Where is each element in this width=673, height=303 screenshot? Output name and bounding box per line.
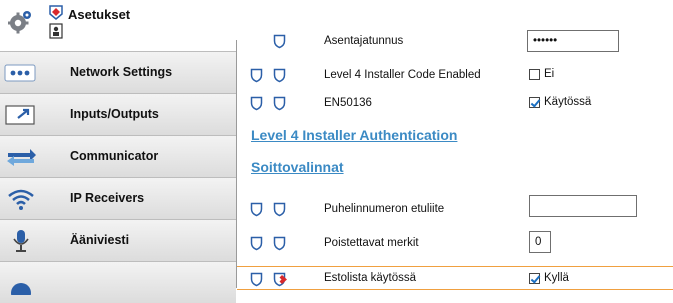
- sidebar-item-label: Ääniviesti: [70, 233, 130, 247]
- user-profile-icon: [49, 5, 63, 39]
- poistettavat-label: Poistettavat merkit: [324, 237, 419, 249]
- shield-icon: [273, 34, 286, 49]
- sidebar-item-communicator[interactable]: Communicator: [0, 135, 236, 177]
- level4-code-checkbox[interactable]: [529, 69, 540, 80]
- shield-icon: [250, 68, 263, 83]
- soittovalinnat-section-link[interactable]: Soittovalinnat: [251, 159, 344, 175]
- sidebar-item-ip-receivers[interactable]: IP Receivers: [0, 177, 236, 219]
- shield-icon: [273, 236, 286, 251]
- partial-item-icon: [11, 283, 31, 295]
- sidebar-item-partial[interactable]: [0, 261, 236, 303]
- asentajatunnus-label: Asentajatunnus: [324, 35, 404, 47]
- asentajatunnus-password-field[interactable]: ••••••: [527, 30, 619, 52]
- estolista-checkbox[interactable]: [529, 273, 540, 284]
- shield-icon: [273, 202, 286, 217]
- shield-icon: [273, 96, 286, 111]
- estolista-label: Estolista käytössä: [324, 272, 417, 284]
- sidebar-item-network-settings[interactable]: Network Settings: [0, 51, 236, 93]
- sidebar-item-inputs-outputs[interactable]: Inputs/Outputs: [0, 93, 236, 135]
- sidebar-title: Asetukset: [68, 7, 131, 22]
- sidebar-item-label: Communicator: [70, 149, 159, 163]
- sidebar-item-label: Network Settings: [70, 65, 173, 79]
- puhelin-etuliite-input[interactable]: [529, 195, 637, 217]
- sidebar-item-aaniviesti[interactable]: Ääniviesti: [0, 219, 236, 261]
- level4-authentication-section-link[interactable]: Level 4 Installer Authentication: [251, 127, 457, 143]
- shield-icon: [250, 272, 263, 287]
- network-dots-icon: [4, 64, 36, 82]
- communicator-arrows-icon: [7, 149, 36, 166]
- poistettavat-input[interactable]: 0: [529, 231, 551, 253]
- row-asentajatunnus: Asentajatunnus ••••••: [237, 24, 673, 60]
- row-estolista: Estolista käytössä Kyllä: [237, 266, 673, 290]
- en50136-label: EN50136: [324, 97, 372, 109]
- shield-icon: [250, 236, 263, 251]
- puhelin-etuliite-label: Puhelinnumeron etuliite: [324, 203, 445, 215]
- level4-code-checkbox-label: Ei: [544, 68, 555, 80]
- sidebar-header: Asetukset: [0, 0, 236, 44]
- row-poistettavat-merkit: Poistettavat merkit 0: [237, 226, 673, 262]
- shield-icon: [250, 202, 263, 217]
- sidebar-item-label: Inputs/Outputs: [70, 107, 159, 121]
- shield-alert-icon: [273, 272, 287, 287]
- row-en50136: EN50136 Käytössä: [237, 86, 673, 122]
- en50136-checkbox-label: Käytössä: [544, 96, 592, 108]
- io-arrow-icon: [5, 105, 35, 125]
- estolista-checkbox-label: Kyllä: [544, 272, 569, 284]
- wifi-icon: [8, 189, 34, 210]
- shield-icon: [250, 96, 263, 111]
- shield-icon: [273, 68, 286, 83]
- level4-code-label: Level 4 Installer Code Enabled: [324, 69, 481, 81]
- sidebar-item-label: IP Receivers: [70, 191, 145, 205]
- row-puhelinnumeron-etuliite: Puhelinnumeron etuliite: [237, 192, 673, 228]
- en50136-checkbox[interactable]: [529, 97, 540, 108]
- settings-panel: Asentajatunnus •••••• Level 4 Installer …: [237, 0, 673, 290]
- microphone-icon: [13, 230, 29, 252]
- sidebar: Asetukset Network Settings Inputs/Output…: [0, 0, 236, 303]
- settings-gear-icon: [8, 11, 31, 34]
